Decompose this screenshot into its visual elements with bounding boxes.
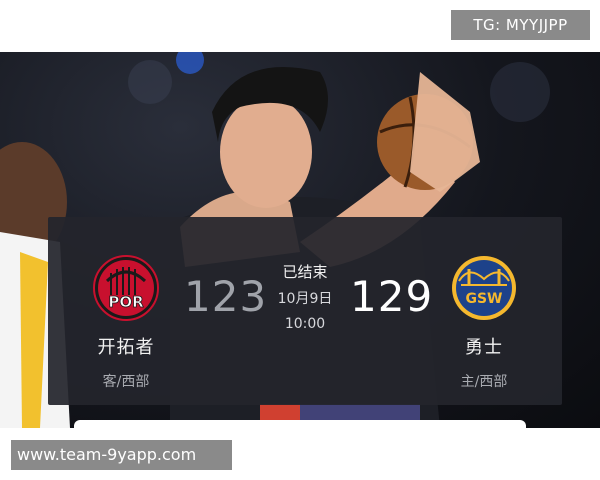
home-score: 123	[184, 272, 268, 321]
game-score-card[interactable]: POR 开拓者 客/西部 123 已结束 10月9日 10:00 129 GSW…	[48, 217, 562, 405]
telegram-watermark: TG: MYYJJPP	[451, 10, 590, 40]
away-logo-text: GSW	[465, 291, 502, 307]
game-status: 已结束 10月9日 10:00	[260, 261, 350, 332]
warriors-logo-icon: GSW	[452, 256, 516, 320]
game-time: 10:00	[284, 316, 326, 332]
away-team-conference: 主/西部	[460, 374, 508, 390]
status-label: 已结束	[282, 263, 328, 281]
home-team-name: 开拓者	[97, 337, 155, 358]
home-team[interactable]: POR 开拓者 客/西部	[76, 255, 176, 391]
card-bottom-strip	[74, 420, 526, 434]
away-team[interactable]: GSW 勇士 主/西部	[434, 255, 534, 391]
home-team-conference: 客/西部	[102, 374, 150, 390]
trail-blazers-logo-icon: POR	[93, 255, 159, 321]
away-score: 129	[350, 272, 434, 321]
game-date: 10月9日	[277, 291, 333, 307]
url-watermark: www.team-9yapp.com	[11, 440, 232, 470]
home-logo-text: POR	[108, 293, 144, 311]
away-team-name: 勇士	[465, 337, 503, 358]
